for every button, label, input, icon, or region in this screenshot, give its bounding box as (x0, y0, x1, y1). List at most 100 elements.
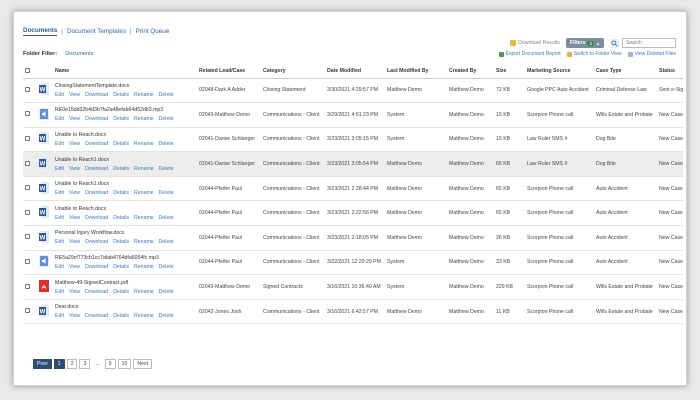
action-rename-link[interactable]: Rename (134, 239, 154, 245)
action-edit-link[interactable]: Edit (55, 141, 64, 147)
action-rename-link[interactable]: Rename (134, 190, 154, 196)
action-edit-link[interactable]: Edit (55, 92, 64, 98)
prev-page-button[interactable]: Prev (33, 359, 52, 369)
action-edit-link[interactable]: Edit (55, 264, 64, 270)
table-row[interactable]: W Personal Injury Workflow.docx Edit View Do… (23, 225, 683, 251)
col-header-related[interactable]: Related Lead/Case (197, 65, 261, 79)
action-delete-link[interactable]: Delete (159, 190, 174, 196)
action-view-link[interactable]: View (69, 239, 80, 245)
col-header-case-type[interactable]: Case Type (594, 65, 657, 79)
table-row[interactable]: RE5a29cf773cb1cc7afab4764dfa6054fc.mp3 Ed… (23, 250, 683, 276)
row-select-cell[interactable] (23, 225, 37, 251)
action-edit-link[interactable]: Edit (55, 166, 64, 172)
action-download-link[interactable]: Download (85, 239, 108, 245)
tab-document-templates[interactable]: Document Templates (67, 28, 126, 35)
search-input[interactable] (622, 38, 676, 48)
action-view-link[interactable]: View (69, 166, 80, 172)
select-all-checkbox[interactable] (25, 67, 30, 73)
action-rename-link[interactable]: Rename (134, 141, 154, 147)
action-details-link[interactable]: Details (113, 166, 129, 172)
tab-documents[interactable]: Documents (23, 27, 58, 36)
file-name[interactable]: ClosingStatementTemplate.docx (55, 83, 195, 89)
page-10-button[interactable]: 10 (117, 359, 132, 369)
action-delete-link[interactable]: Delete (159, 313, 174, 319)
col-header-category[interactable]: Category (261, 65, 325, 79)
action-delete-link[interactable]: Delete (159, 215, 174, 221)
switch-folder-view-link[interactable]: Switch to Folder View (566, 51, 622, 57)
file-name[interactable]: Dear.docx (55, 304, 195, 310)
action-download-link[interactable]: Download (85, 92, 108, 98)
col-header-last-modified-by[interactable]: Last Modified By (385, 65, 447, 79)
action-view-link[interactable]: View (69, 190, 80, 196)
page-3-button[interactable]: 3 (79, 359, 91, 369)
action-edit-link[interactable]: Edit (55, 215, 64, 221)
file-name[interactable]: Unable to Reach1.docx (55, 181, 195, 187)
table-row[interactable]: W Unable to Reach1.docx Edit View Download De… (23, 151, 683, 177)
export-report-link[interactable]: Export Document Report (498, 51, 561, 57)
action-delete-link[interactable]: Delete (159, 141, 174, 147)
row-select-cell[interactable] (23, 274, 37, 300)
row-checkbox[interactable] (25, 283, 30, 289)
search-icon[interactable] (610, 38, 619, 48)
row-checkbox[interactable] (25, 135, 30, 141)
row-select-cell[interactable] (23, 299, 37, 325)
action-view-link[interactable]: View (69, 215, 80, 221)
action-delete-link[interactable]: Delete (159, 116, 174, 122)
action-delete-link[interactable]: Delete (159, 239, 174, 245)
col-header-name[interactable]: Name (53, 65, 197, 79)
action-view-link[interactable]: View (69, 116, 80, 122)
col-header-date-modified[interactable]: Date Modified (325, 65, 385, 79)
page-2-button[interactable]: 2 (66, 359, 78, 369)
row-checkbox[interactable] (25, 209, 30, 215)
row-select-cell[interactable] (23, 151, 37, 177)
col-header-created-by[interactable]: Created By (447, 65, 494, 79)
action-edit-link[interactable]: Edit (55, 313, 64, 319)
action-delete-link[interactable]: Delete (159, 289, 174, 295)
table-row[interactable]: RE0e15dd32b4d3b7fa2a48efab64d52db3.mp3 Ed… (23, 102, 683, 128)
row-checkbox[interactable] (25, 160, 30, 166)
action-view-link[interactable]: View (69, 92, 80, 98)
row-select-cell[interactable] (23, 200, 37, 227)
file-name[interactable]: Unable to Reach1.docx (55, 157, 195, 163)
action-rename-link[interactable]: Rename (134, 116, 154, 122)
action-view-link[interactable]: View (69, 141, 80, 147)
col-header-size[interactable]: Size (494, 65, 525, 79)
file-name[interactable]: Unable to Reach.docx (55, 206, 195, 212)
file-name[interactable]: RE5a29cf773cb1cc7afab4764dfa6054fc.mp3 (55, 255, 195, 261)
page-1-button[interactable]: 1 (53, 359, 65, 369)
action-edit-link[interactable]: Edit (55, 116, 64, 122)
action-download-link[interactable]: Download (85, 313, 108, 319)
file-name[interactable]: Matthew-49-SignedContract.pdf (55, 280, 195, 286)
table-row[interactable]: Matthew-49-SignedContract.pdf Edit View Dow… (23, 274, 683, 300)
row-select-cell[interactable] (23, 250, 37, 276)
table-row[interactable]: W Unable to Reach1.docx Edit View Download De… (23, 176, 683, 202)
action-details-link[interactable]: Details (113, 313, 129, 319)
action-details-link[interactable]: Details (113, 116, 129, 122)
action-details-link[interactable]: Details (113, 141, 129, 147)
action-details-link[interactable]: Details (113, 92, 129, 98)
row-checkbox[interactable] (25, 185, 30, 191)
page-9-button[interactable]: 9 (104, 359, 116, 369)
action-view-link[interactable]: View (69, 313, 80, 319)
action-details-link[interactable]: Details (113, 289, 129, 295)
action-details-link[interactable]: Details (113, 239, 129, 245)
action-delete-link[interactable]: Delete (159, 92, 174, 98)
table-row[interactable]: W Unable to Reach.docx Edit View Download Det… (23, 127, 683, 153)
action-download-link[interactable]: Download (85, 141, 108, 147)
action-rename-link[interactable]: Rename (134, 166, 154, 172)
view-deleted-link[interactable]: View Deleted Files (627, 51, 676, 57)
row-select-cell[interactable] (23, 176, 37, 202)
action-details-link[interactable]: Details (113, 215, 129, 221)
action-download-link[interactable]: Download (85, 116, 108, 122)
row-checkbox[interactable] (25, 258, 30, 264)
action-download-link[interactable]: Download (85, 166, 108, 172)
row-checkbox[interactable] (25, 86, 30, 92)
file-name[interactable]: Unable to Reach.docx (55, 132, 195, 138)
action-edit-link[interactable]: Edit (55, 289, 64, 295)
col-header-marketing-source[interactable]: Marketing Source (525, 65, 594, 79)
row-select-cell[interactable] (23, 102, 37, 128)
download-results-button[interactable]: Download Results (510, 40, 560, 46)
file-name[interactable]: RE0e15dd32b4d3b7fa2a48efab64d52db3.mp3 (55, 107, 195, 113)
action-delete-link[interactable]: Delete (159, 264, 174, 270)
filters-button[interactable]: Filters 1 ▲ (565, 38, 604, 48)
